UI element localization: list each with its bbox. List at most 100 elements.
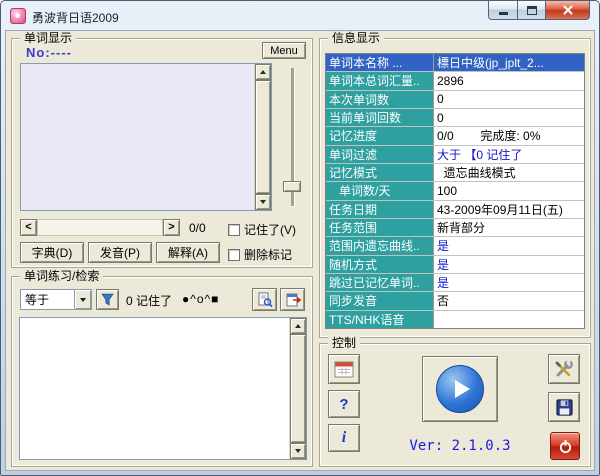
explain-button[interactable]: 解释(A) <box>156 242 220 263</box>
vertical-scrollbar[interactable] <box>289 318 306 459</box>
play-button[interactable] <box>422 356 498 422</box>
play-icon <box>455 380 470 398</box>
table-row[interactable]: 记忆进度 0/0 完成度: 0% <box>326 127 584 146</box>
scroll-up-button[interactable] <box>290 318 306 334</box>
version-label: Ver: 2.1.0.3 <box>409 438 511 454</box>
save-icon <box>555 398 573 416</box>
info-value: 新背部分 <box>434 218 584 237</box>
info-label: 范围内遗忘曲线.. <box>326 237 434 255</box>
face-label: ●^o^■ <box>182 292 220 306</box>
group-practice: 单词练习/检索 等于 0 记住了 ●^o^■ <box>11 269 313 467</box>
table-row[interactable]: 本次单词数 0 <box>326 90 584 109</box>
group-info: 信息显示 单词本名称 ... 標日中级(jp_jplt_2... 单词本总词汇量… <box>319 31 591 338</box>
power-button[interactable] <box>550 432 580 460</box>
app-window: 勇波背日语2009 单词显示 No:---- Menu < > 0/0 记住了(… <box>0 0 600 476</box>
arrow-up-icon <box>260 70 266 74</box>
scroll-down-button[interactable] <box>255 194 271 210</box>
table-row[interactable]: 任务日期 43-2009年09月11日(五) <box>326 200 584 219</box>
titlebar[interactable]: 勇波背日语2009 <box>1 1 599 30</box>
app-icon[interactable] <box>10 8 26 24</box>
info-value: 是 <box>434 237 584 255</box>
arrow-up-icon <box>295 324 301 328</box>
horizontal-scroll-track[interactable] <box>37 219 163 236</box>
funnel-icon <box>101 293 114 306</box>
filter-button[interactable] <box>96 289 119 310</box>
delete-mark-checkbox[interactable]: 删除标记 <box>228 246 292 263</box>
close-button[interactable] <box>545 1 590 20</box>
minimize-button[interactable] <box>488 1 517 20</box>
scroll-thumb[interactable] <box>290 334 306 443</box>
table-row[interactable]: 当前单词回数 0 <box>326 108 584 128</box>
info-value: 遗忘曲线模式 <box>434 163 584 182</box>
remembered-count-label: 0 记住了 <box>126 294 173 308</box>
calendar-button[interactable] <box>328 354 360 384</box>
info-label: 当前单词回数 <box>326 108 434 127</box>
table-row[interactable]: 记忆模式 遗忘曲线模式 <box>326 163 584 183</box>
minimize-icon <box>498 12 508 15</box>
scroll-thumb[interactable] <box>255 80 271 194</box>
info-label: 任务日期 <box>326 200 434 218</box>
checkbox-label: 删除标记 <box>244 248 293 262</box>
chevron-down-icon <box>80 297 86 302</box>
close-icon <box>562 5 573 15</box>
table-row[interactable]: 跳过已记忆单词.. 是 <box>326 273 584 293</box>
dictionary-button[interactable]: 字典(D) <box>20 242 84 263</box>
table-row[interactable]: 随机方式 是 <box>326 255 584 274</box>
vertical-scrollbar[interactable] <box>254 64 271 210</box>
info-label: 记忆进度 <box>326 127 434 145</box>
next-button[interactable]: > <box>163 219 180 236</box>
info-table: 单词本名称 ... 標日中级(jp_jplt_2... 单词本总词汇量.. 28… <box>325 53 585 329</box>
search-file-button[interactable] <box>252 288 277 311</box>
table-row[interactable]: 单词数/天 100 <box>326 182 584 201</box>
word-counter: 0/0 <box>189 221 206 235</box>
tools-button[interactable] <box>548 354 580 384</box>
scroll-up-button[interactable] <box>255 64 271 80</box>
word-display-area[interactable] <box>20 63 272 211</box>
prev-button[interactable]: < <box>20 219 37 236</box>
group-title: 单词练习/检索 <box>20 269 104 284</box>
table-row[interactable]: 单词本名称 ... 標日中级(jp_jplt_2... <box>326 54 584 73</box>
arrow-down-icon <box>295 449 301 453</box>
checkbox-icon[interactable] <box>228 248 240 261</box>
info-value: 是 <box>434 273 584 292</box>
calendar-icon <box>334 361 354 378</box>
pronounce-button[interactable]: 发音(P) <box>88 242 152 263</box>
window-title: 勇波背日语2009 <box>32 11 119 25</box>
help-button[interactable]: ? <box>328 390 360 418</box>
info-button[interactable]: i <box>328 424 360 452</box>
info-value: 2896 <box>434 72 584 90</box>
export-button[interactable] <box>280 288 305 311</box>
info-label: 记忆模式 <box>326 163 434 182</box>
info-label: 单词过滤 <box>326 145 434 163</box>
group-title: 控制 <box>328 336 361 351</box>
table-row[interactable]: 同步发音 否 <box>326 292 584 311</box>
checkbox-icon[interactable] <box>228 223 240 236</box>
scroll-down-button[interactable] <box>290 443 306 459</box>
table-row[interactable]: 单词本总词汇量.. 2896 <box>326 72 584 91</box>
info-value: 43-2009年09月11日(五) <box>434 200 584 218</box>
info-label: 本次单词数 <box>326 90 434 108</box>
export-icon <box>286 293 301 306</box>
info-value: 0 <box>434 108 584 127</box>
vertical-slider[interactable] <box>278 63 306 211</box>
table-row[interactable]: 范围内遗忘曲线.. 是 <box>326 237 584 256</box>
table-row[interactable]: TTS/NHK语音 <box>326 310 584 328</box>
table-row[interactable]: 单词过滤 大于 【0 记住了 <box>326 145 584 164</box>
remember-checkbox[interactable]: 记住了(V) <box>228 221 296 238</box>
power-icon <box>559 439 571 453</box>
combobox-dropdown-button[interactable] <box>74 290 91 309</box>
table-row[interactable]: 任务范围 新背部分 <box>326 218 584 238</box>
info-label: 单词本名称 ... <box>326 54 434 72</box>
maximize-button[interactable] <box>517 1 545 20</box>
group-title: 单词显示 <box>20 31 77 46</box>
group-control: 控制 ? i Ver: 2.1.0.3 <box>319 336 591 467</box>
menu-button[interactable]: Menu <box>262 42 306 59</box>
practice-list[interactable] <box>19 317 307 460</box>
info-value: 0/0 完成度: 0% <box>434 127 584 145</box>
save-button[interactable] <box>548 392 580 422</box>
search-file-icon <box>258 292 273 307</box>
slider-thumb[interactable] <box>283 181 301 192</box>
filter-combobox[interactable]: 等于 <box>20 289 92 310</box>
caption-buttons <box>488 1 590 20</box>
info-label: 同步发音 <box>326 292 434 310</box>
